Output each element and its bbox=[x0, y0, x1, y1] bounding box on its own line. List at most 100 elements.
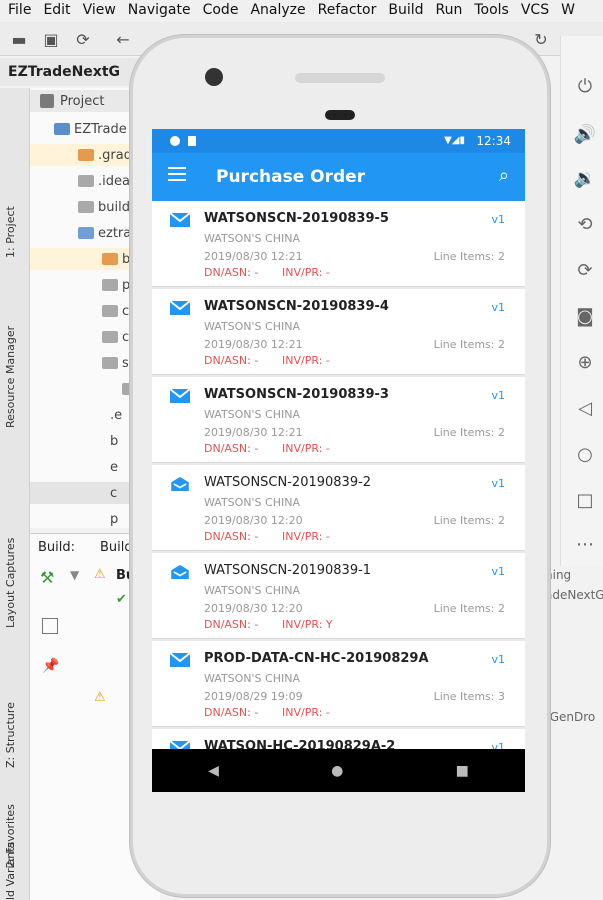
nav-back-icon[interactable]: ◀ bbox=[208, 763, 219, 779]
order-company: WATSON'S CHINA bbox=[204, 496, 300, 509]
vtab-layout-captures[interactable]: Layout Captures bbox=[4, 538, 17, 628]
more-icon[interactable]: ⋯ bbox=[573, 532, 597, 556]
home-icon[interactable]: ○ bbox=[573, 442, 597, 466]
order-inv-pr: INV/PR: - bbox=[282, 354, 330, 367]
vtab-build-variants[interactable]: ld Variants bbox=[4, 842, 17, 900]
order-card[interactable]: WATSONSCN-20190839-2 v1 WATSON'S CHINA 2… bbox=[152, 465, 525, 551]
order-number: WATSONSCN-20190839-1 bbox=[204, 563, 372, 578]
volume-up-icon[interactable]: 🔊 bbox=[573, 122, 597, 146]
search-icon[interactable]: ⌕ bbox=[499, 165, 509, 186]
order-card[interactable]: PROD-DATA-CN-HC-20190829A v1 WATSON'S CH… bbox=[152, 641, 525, 727]
project-view-icon bbox=[40, 94, 54, 108]
open-folder-icon[interactable]: ▬ bbox=[8, 28, 30, 50]
order-line-items: Line Items: 2 bbox=[433, 514, 505, 527]
nav-home-icon[interactable]: ● bbox=[331, 763, 343, 779]
vtab-resource-manager[interactable]: Resource Manager bbox=[4, 326, 17, 428]
order-dn-asn: DN/ASN: - bbox=[204, 706, 259, 719]
order-number: WATSONSCN-20190839-5 bbox=[204, 211, 389, 226]
order-dn-asn: DN/ASN: - bbox=[204, 354, 259, 367]
order-company: WATSON'S CHINA bbox=[204, 320, 300, 333]
rotate-right-icon[interactable]: ⟳ bbox=[573, 258, 597, 282]
tree-row-label: s bbox=[122, 355, 129, 371]
android-nav-bar: ◀ ● ■ bbox=[152, 749, 525, 792]
vtab-structure[interactable]: Z: Structure bbox=[4, 702, 17, 768]
build-output-tab[interactable]: Build bbox=[100, 540, 133, 555]
folder-icon bbox=[102, 253, 118, 265]
order-version: v1 bbox=[491, 213, 505, 226]
order-card[interactable]: WATSONSCN-20190839-4 v1 WATSON'S CHINA 2… bbox=[152, 289, 525, 375]
page-title: Purchase Order bbox=[216, 167, 366, 187]
order-number: WATSONSCN-20190839-2 bbox=[204, 475, 372, 490]
menu-tools[interactable]: Tools bbox=[474, 2, 509, 18]
volume-down-icon[interactable]: 🔉 bbox=[573, 166, 597, 190]
expand-arrow-icon[interactable]: ▼ bbox=[70, 568, 79, 582]
run-icon[interactable]: ↻ bbox=[530, 28, 552, 50]
tree-row-label: .idea bbox=[98, 173, 130, 189]
folder-icon bbox=[102, 357, 118, 369]
pin-icon[interactable]: 📌 bbox=[42, 658, 59, 674]
check-icon: ✔ bbox=[116, 592, 127, 607]
overview-icon[interactable]: □ bbox=[573, 488, 597, 512]
hammer-icon[interactable]: ⚒ bbox=[40, 568, 58, 587]
folder-icon bbox=[54, 123, 70, 135]
menu-navigate[interactable]: Navigate bbox=[128, 2, 191, 18]
tree-row-label: p bbox=[110, 511, 119, 527]
build-tab[interactable]: Build: bbox=[38, 540, 75, 555]
menu-window[interactable]: W bbox=[561, 2, 575, 18]
menu-view[interactable]: View bbox=[83, 2, 116, 18]
sync-icon[interactable]: ⟳ bbox=[72, 28, 94, 50]
order-card[interactable]: WATSONSCN-20190839-1 v1 WATSON'S CHINA 2… bbox=[152, 553, 525, 639]
notification-icon bbox=[170, 136, 180, 146]
order-number: WATSONSCN-20190839-4 bbox=[204, 299, 389, 314]
order-line-items: Line Items: 2 bbox=[433, 426, 505, 439]
vtab-project[interactable]: 1: Project bbox=[4, 206, 17, 258]
menu-build[interactable]: Build bbox=[388, 2, 423, 18]
proximity-sensor bbox=[325, 110, 355, 120]
project-panel-header-label: Project bbox=[60, 93, 105, 109]
build-log-text: tGenDro bbox=[545, 710, 596, 724]
status-bar: ▼◢▮ 12:34 bbox=[152, 129, 525, 153]
rotate-left-icon[interactable]: ⟲ bbox=[573, 212, 597, 236]
menu-run[interactable]: Run bbox=[436, 2, 463, 18]
zoom-icon[interactable]: ⊕ bbox=[573, 350, 597, 374]
folder-icon bbox=[102, 331, 118, 343]
order-company: WATSON'S CHINA bbox=[204, 672, 300, 685]
order-inv-pr: INV/PR: Y bbox=[282, 618, 333, 631]
order-card[interactable]: WATSONSCN-20190839-5 v1 WATSON'S CHINA 2… bbox=[152, 201, 525, 287]
menu-refactor[interactable]: Refactor bbox=[318, 2, 377, 18]
order-date: 2019/08/30 12:20 bbox=[204, 602, 303, 615]
order-inv-pr: INV/PR: - bbox=[282, 266, 330, 279]
menu-file[interactable]: File bbox=[8, 2, 31, 18]
project-title-text: EZTradeNextG bbox=[8, 64, 121, 80]
back-icon[interactable]: ◁ bbox=[573, 396, 597, 420]
tree-row-label: .e bbox=[110, 407, 123, 423]
panel-layout-icon[interactable] bbox=[42, 618, 58, 634]
camera-icon[interactable]: ◙ bbox=[573, 304, 597, 328]
menu-code[interactable]: Code bbox=[203, 2, 239, 18]
back-arrow-icon[interactable]: ← bbox=[112, 28, 134, 50]
order-dn-asn: DN/ASN: - bbox=[204, 530, 259, 543]
warning-icon: ⚠ bbox=[94, 690, 106, 705]
menu-analyze[interactable]: Analyze bbox=[250, 2, 305, 18]
sd-card-icon bbox=[188, 136, 196, 146]
save-icon[interactable]: ▣ bbox=[40, 28, 62, 50]
nav-overview-icon[interactable]: ■ bbox=[456, 763, 469, 779]
menu-vcs[interactable]: VCS bbox=[521, 2, 549, 18]
menu-edit[interactable]: Edit bbox=[43, 2, 70, 18]
order-company: WATSON'S CHINA bbox=[204, 584, 300, 597]
order-card[interactable]: WATSONSCN-20190839-3 v1 WATSON'S CHINA 2… bbox=[152, 377, 525, 463]
project-title: EZTradeNextG bbox=[0, 58, 140, 86]
power-icon[interactable]: ⏻ bbox=[573, 74, 597, 98]
mail-icon bbox=[170, 213, 190, 227]
order-version: v1 bbox=[491, 477, 505, 490]
ide-menubar: File Edit View Navigate Code Analyze Ref… bbox=[0, 0, 603, 20]
tree-row-label: c bbox=[122, 303, 130, 319]
order-dn-asn: DN/ASN: - bbox=[204, 442, 259, 455]
status-time: 12:34 bbox=[476, 134, 511, 148]
mail-open-icon bbox=[171, 565, 189, 579]
menu-icon[interactable] bbox=[168, 167, 186, 181]
tree-row-label: c bbox=[122, 329, 130, 345]
order-version: v1 bbox=[491, 301, 505, 314]
folder-icon bbox=[78, 149, 94, 161]
folder-icon bbox=[102, 279, 118, 291]
